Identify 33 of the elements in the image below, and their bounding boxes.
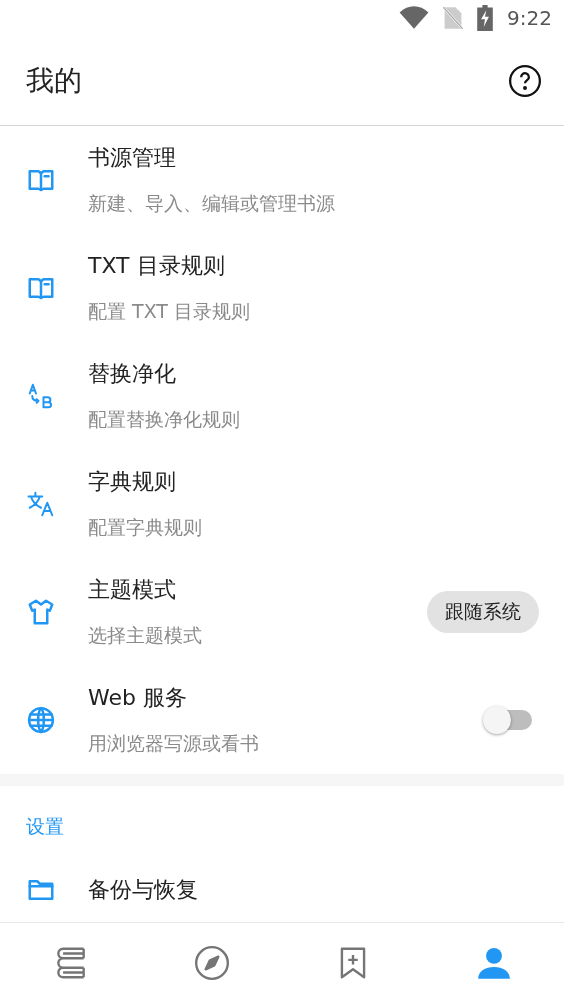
item-subtitle: 选择主题模式 bbox=[88, 623, 202, 648]
item-title: 字典规则 bbox=[88, 468, 176, 496]
item-subtitle: 用浏览器写源或看书 bbox=[88, 731, 259, 756]
settings-item[interactable]: 备份与恢复 bbox=[0, 854, 564, 922]
settings-item[interactable]: 主题模式 选择主题模式 跟随系统 bbox=[0, 558, 564, 666]
item-title: 主题模式 bbox=[88, 576, 176, 604]
item-subtitle: 配置 TXT 目录规则 bbox=[88, 299, 250, 324]
status-time: 9:22 bbox=[507, 6, 552, 30]
item-title: 书源管理 bbox=[88, 144, 176, 172]
item-subtitle: 配置字典规则 bbox=[88, 515, 202, 540]
translate-icon bbox=[26, 489, 56, 519]
wifi-icon bbox=[399, 6, 430, 30]
settings-item[interactable]: Web 服务 用浏览器写源或看书 bbox=[0, 666, 564, 774]
settings-item[interactable]: 字典规则 配置字典规则 bbox=[0, 450, 564, 558]
item-title: TXT 目录规则 bbox=[88, 252, 225, 280]
item-title: Web 服务 bbox=[88, 684, 187, 712]
theme-mode-chip[interactable]: 跟随系统 bbox=[427, 591, 539, 633]
item-subtitle: 配置替换净化规则 bbox=[88, 407, 240, 432]
settings-item[interactable]: 替换净化 配置替换净化规则 bbox=[0, 342, 564, 450]
settings-item[interactable]: TXT 目录规则 配置 TXT 目录规则 bbox=[0, 234, 564, 342]
help-icon[interactable] bbox=[508, 63, 542, 98]
settings-item[interactable]: 书源管理 新建、导入、编辑或管理书源 bbox=[0, 126, 564, 234]
no-sim-icon bbox=[443, 6, 464, 30]
shirt-icon bbox=[26, 597, 56, 627]
toggle-switch[interactable] bbox=[482, 705, 534, 735]
globe-icon bbox=[26, 705, 56, 735]
item-title: 备份与恢复 bbox=[88, 876, 198, 904]
section-title: 设置 bbox=[25, 814, 65, 839]
battery-charging-icon bbox=[477, 5, 494, 31]
item-title: 替换净化 bbox=[88, 360, 176, 388]
item-subtitle: 新建、导入、编辑或管理书源 bbox=[88, 191, 335, 216]
compass-icon bbox=[192, 943, 231, 982]
page-title: 我的 bbox=[26, 62, 82, 99]
